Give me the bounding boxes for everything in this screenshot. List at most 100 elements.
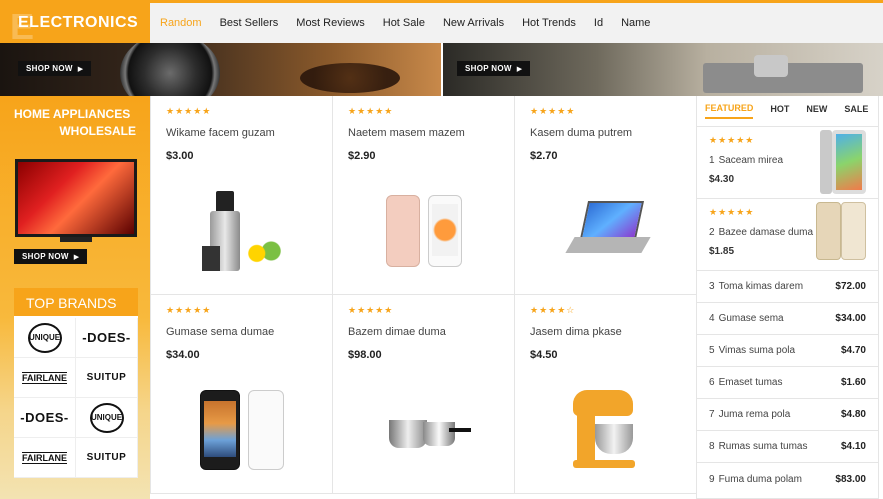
tab-most-reviews[interactable]: Most Reviews [296, 17, 364, 29]
tab-sale[interactable]: SALE [844, 104, 868, 118]
rating-stars: ★★★★★ [166, 305, 212, 315]
brand-logo-does[interactable]: -DOES- [14, 398, 76, 438]
item-index: 1 [709, 155, 715, 166]
product-price: $4.50 [530, 349, 558, 361]
list-item[interactable]: 8 Rumas suma tumas $4.10 [697, 431, 878, 463]
list-item[interactable]: 9 Fuma duma polam $83.00 [697, 463, 878, 495]
category-header: E ELECTRONICS Random Best Sellers Most R… [0, 0, 883, 47]
list-item[interactable]: 5 Vimas suma pola $4.70 [697, 335, 878, 367]
product-name[interactable]: Naetem masem mazem [348, 127, 499, 139]
promo-shop-now-button[interactable]: SHOP NOW ▶ [14, 249, 88, 264]
kitchen-banner[interactable]: SHOP NOW ▶ [443, 43, 883, 96]
tab-new-arrivals[interactable]: New Arrivals [443, 17, 504, 29]
product-card[interactable]: ★★★★★ Kasem duma putrem $2.70 [515, 96, 697, 295]
item-name[interactable]: Gumase sema [719, 313, 784, 324]
product-card[interactable]: ★★★★★ Wikame facem guzam $3.00 [151, 96, 333, 295]
tab-name[interactable]: Name [621, 17, 650, 29]
tab-hot-trends[interactable]: Hot Trends [522, 17, 576, 29]
tv-screen [18, 162, 134, 234]
item-name-text: Saceam mirea [718, 155, 784, 166]
banner-right-shop-now-button[interactable]: SHOP NOW ▶ [457, 61, 531, 76]
rating-stars: ★★★★★ [348, 305, 394, 315]
product-grid: ★★★★★ Wikame facem guzam $3.00 ★★★★★ Nae… [150, 96, 697, 494]
brand-logo-text: FAIRLANE [22, 451, 67, 464]
item-price: $4.80 [840, 409, 866, 420]
banner-left-shop-now-button[interactable]: SHOP NOW ▶ [18, 61, 92, 76]
cookware-icon[interactable] [333, 385, 514, 475]
brand-logo-suitup[interactable]: SUITUP [76, 438, 138, 478]
product-price: $2.90 [348, 150, 376, 162]
brand-logo-unique[interactable]: UNIQUE [14, 318, 76, 358]
item-price: $4.10 [840, 441, 866, 452]
brand-logo-text: SUITUP [86, 372, 127, 383]
list-item[interactable]: 3 Toma kimas darem $72.00 [697, 271, 878, 303]
brand-logo-text: -DOES- [82, 330, 131, 345]
camera-banner[interactable]: SHOP NOW ▶ [0, 43, 441, 96]
tab-random[interactable]: Random [160, 17, 202, 29]
item-price: $72.00 [835, 281, 866, 292]
brand-logo-fairlane[interactable]: FAIRLANE [14, 358, 76, 398]
product-name[interactable]: Wikame facem guzam [166, 127, 317, 139]
tab-hot[interactable]: HOT [770, 104, 789, 118]
product-card[interactable]: ★★★★☆ Jasem dima pkase $4.50 [515, 295, 697, 494]
rating-stars: ★★★★★ [166, 106, 212, 116]
product-name[interactable]: Gumase sema dumae [166, 326, 317, 338]
list-item[interactable]: 7 Juma rema pola $4.80 [697, 399, 878, 431]
tab-best-sellers[interactable]: Best Sellers [220, 17, 279, 29]
brand-logo-text: UNIQUE [27, 322, 62, 353]
item-index: 2 [709, 227, 715, 238]
featured-panel: FEATURED HOT NEW SALE ★★★★★ 1 Saceam mire… [696, 96, 879, 499]
product-card[interactable]: ★★★★★ Gumase sema dumae $34.00 [151, 295, 333, 494]
tab-id[interactable]: Id [594, 17, 603, 29]
product-card[interactable]: ★★★★★ Bazem dimae duma $98.00 [333, 295, 515, 494]
item-price: $34.00 [835, 313, 866, 324]
item-name[interactable]: Rumas suma tumas [719, 441, 808, 452]
category-title: E ELECTRONICS [0, 0, 150, 47]
smartphone-icon[interactable] [151, 385, 332, 475]
tv-image[interactable] [15, 159, 137, 237]
tab-new[interactable]: NEW [806, 104, 827, 118]
item-index: 6 [709, 377, 715, 388]
brand-grid: UNIQUE -DOES- FAIRLANE SUITUP -DOES- UNI… [14, 318, 138, 478]
product-name[interactable]: Kasem duma putrem [530, 127, 681, 139]
laptop-icon[interactable] [515, 186, 696, 276]
featured-item[interactable]: ★★★★★ 1 Saceam mirea $4.30 [697, 127, 878, 199]
featured-item[interactable]: ★★★★★ 2 Bazee damase duma $1.85 [697, 199, 878, 271]
item-name[interactable]: Emaset tumas [719, 377, 783, 388]
tv-stand [60, 237, 92, 242]
promo-title-line1: HOME APPLIANCES [14, 107, 131, 121]
product-price: $3.00 [166, 150, 194, 162]
top-brands-title: TOP BRANDS [14, 288, 138, 318]
item-price: $1.60 [840, 377, 866, 388]
item-index: 3 [709, 281, 715, 292]
product-name[interactable]: Jasem dima pkase [530, 326, 681, 338]
item-name[interactable]: Juma rema pola [719, 409, 791, 420]
item-index: 5 [709, 345, 715, 356]
tab-hot-sale[interactable]: Hot Sale [383, 17, 425, 29]
list-item[interactable]: 4 Gumase sema $34.00 [697, 303, 878, 335]
item-index: 4 [709, 313, 715, 324]
item-price: $4.70 [840, 345, 866, 356]
promo-title: HOME APPLIANCES WHOLESALE [14, 106, 136, 140]
brand-logo-fairlane[interactable]: FAIRLANE [14, 438, 76, 478]
product-card[interactable]: ★★★★★ Naetem masem mazem $2.90 [333, 96, 515, 295]
product-name[interactable]: Bazem dimae duma [348, 326, 499, 338]
stand-mixer-icon[interactable] [515, 385, 696, 475]
juicer-icon[interactable] [151, 186, 332, 276]
tab-featured[interactable]: FEATURED [705, 103, 754, 119]
category-title-text: ELECTRONICS [18, 14, 139, 31]
brand-logo-text: SUITUP [86, 452, 127, 463]
galaxy-phone-icon[interactable] [816, 202, 866, 262]
item-name[interactable]: Vimas suma pola [719, 345, 796, 356]
brand-logo-suitup[interactable]: SUITUP [76, 358, 138, 398]
item-name[interactable]: Fuma duma polam [719, 474, 802, 485]
item-name[interactable]: Toma kimas darem [719, 281, 803, 292]
iphone-icon[interactable] [333, 186, 514, 276]
item-name-text: Bazee damase duma [718, 227, 814, 238]
brand-logo-unique[interactable]: UNIQUE [76, 398, 138, 438]
brand-logo-does[interactable]: -DOES- [76, 318, 138, 358]
product-price: $2.70 [530, 150, 558, 162]
ipad-icon[interactable] [820, 130, 866, 198]
brand-logo-text: UNIQUE [89, 402, 124, 433]
list-item[interactable]: 6 Emaset tumas $1.60 [697, 367, 878, 399]
